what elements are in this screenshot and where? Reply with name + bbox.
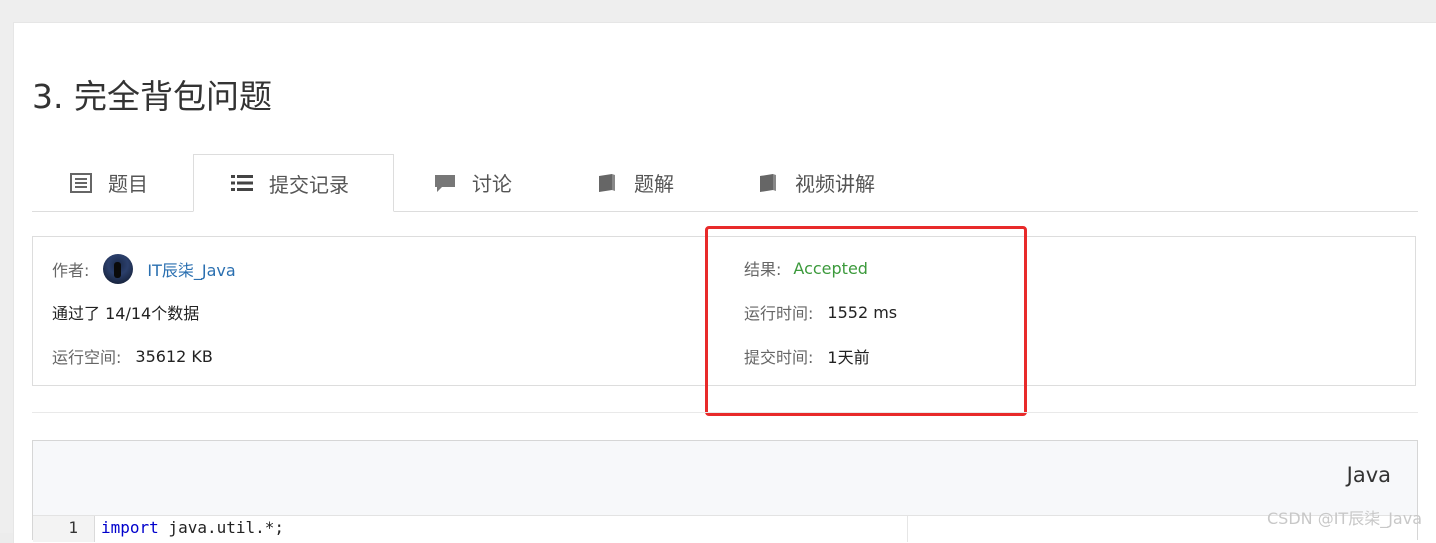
page-background	[0, 0, 1436, 22]
tab-solutions[interactable]: 题解	[596, 154, 674, 211]
tab-submissions[interactable]: 提交记录	[193, 154, 394, 212]
memory-value: 35612 KB	[135, 346, 213, 366]
language-label: Java	[1346, 463, 1391, 487]
tab-video[interactable]: 视频讲解	[757, 154, 875, 211]
tab-discussion[interactable]: 讨论	[434, 154, 512, 211]
highlight-annotation	[705, 226, 1027, 416]
passed-row: 通过了 14/14个数据	[52, 300, 199, 324]
memory-row: 运行空间: 35612 KB	[52, 344, 213, 368]
tab-label: 讨论	[472, 172, 512, 196]
tab-bar: 题目 提交记录 讨论 题解 视频讲解	[32, 154, 1418, 212]
list-bullets-icon	[231, 173, 253, 193]
page-margin	[0, 0, 13, 533]
book-icon	[596, 173, 618, 193]
author-label: 作者:	[52, 261, 90, 280]
tab-problem[interactable]: 题目	[70, 154, 148, 211]
line-number: 1	[33, 516, 95, 542]
code-line: 1 import java.util.*;	[33, 515, 1417, 542]
list-icon	[70, 172, 92, 193]
code-text[interactable]: import java.util.*;	[101, 516, 284, 540]
tab-label: 视频讲解	[795, 172, 875, 196]
tab-label: 提交记录	[269, 172, 349, 197]
code-rest: java.util.*;	[158, 518, 285, 537]
avatar[interactable]	[103, 254, 134, 284]
memory-label: 运行空间:	[52, 348, 122, 367]
author-row: 作者: IT辰柒_Java	[52, 254, 236, 284]
passed-text: 通过了 14/14个数据	[52, 304, 200, 323]
comment-icon	[434, 173, 456, 193]
tab-label: 题目	[108, 172, 148, 196]
code-viewer: Java 1 import java.util.*;	[32, 440, 1418, 542]
section-divider	[32, 412, 1418, 413]
author-link[interactable]: IT辰柒_Java	[147, 257, 235, 281]
code-separator	[907, 516, 908, 542]
tab-label: 题解	[634, 172, 674, 196]
watermark: CSDN @IT辰柒_Java	[1267, 509, 1422, 528]
book-icon	[757, 173, 779, 193]
page-title: 3. 完全背包问题	[32, 77, 272, 116]
code-keyword: import	[101, 518, 159, 537]
